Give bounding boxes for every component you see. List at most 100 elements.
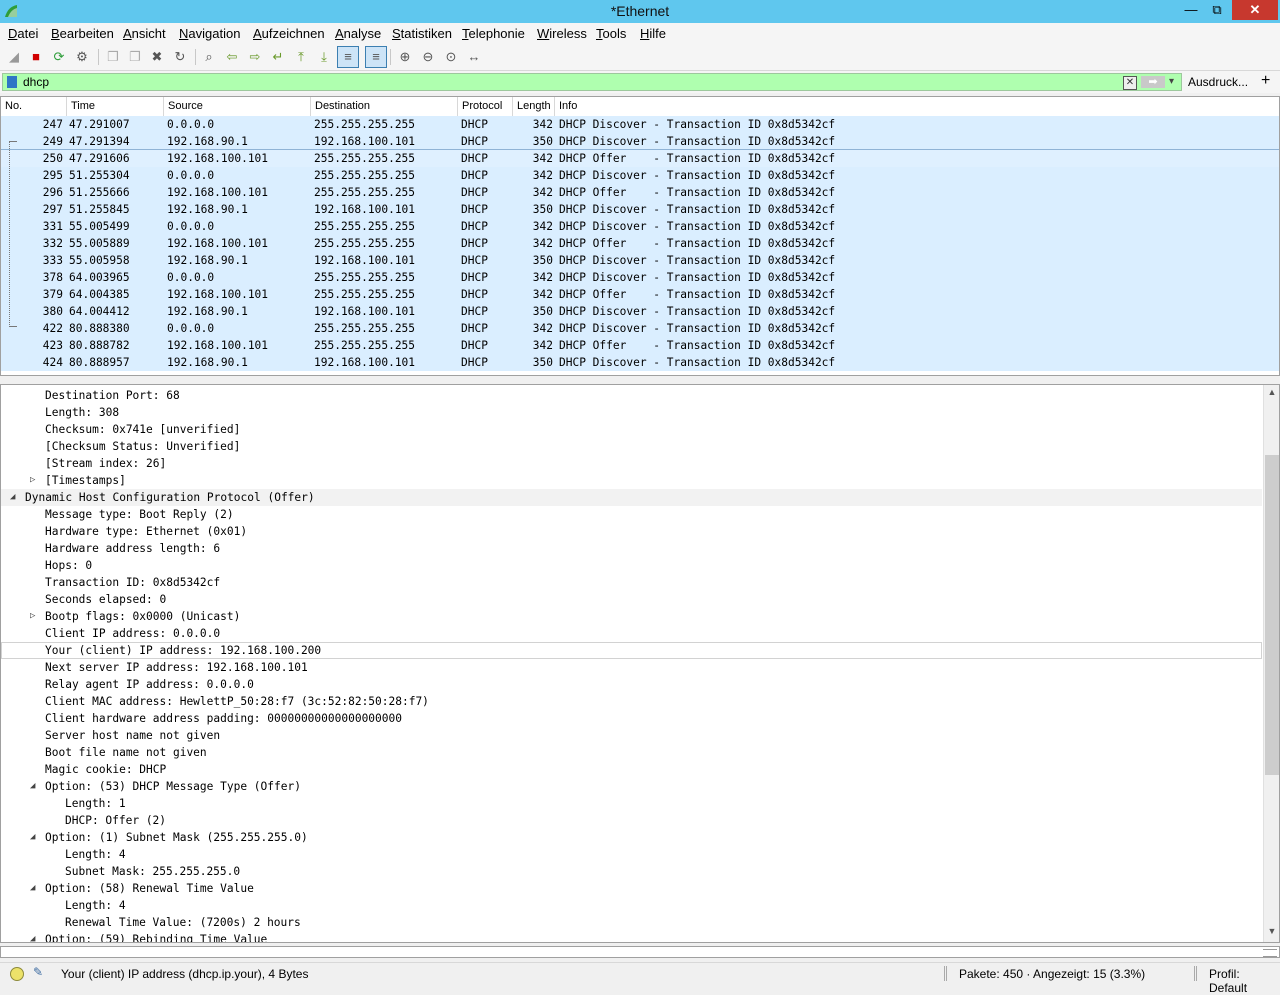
column-header-time[interactable]: Time xyxy=(67,97,164,116)
capture-comment-icon[interactable]: ✎ xyxy=(33,965,43,979)
detail-tree-item[interactable]: Your (client) IP address: 192.168.100.20… xyxy=(1,642,1262,659)
packet-row[interactable]: 424 80.888957 192.168.90.1 192.168.100.101 D… xyxy=(1,354,1279,371)
detail-tree-item[interactable]: ◢ Dynamic Host Configuration Protocol (Of… xyxy=(1,489,1262,506)
detail-tree-item[interactable]: ◢ Option: (1) Subnet Mask (255.255.255.0) xyxy=(1,829,1262,846)
packet-row[interactable]: 296 51.255666 192.168.100.101 255.255.255.2… xyxy=(1,184,1279,201)
packet-row[interactable]: 249 47.291394 192.168.90.1 192.168.100.101 D… xyxy=(1,133,1279,150)
packet-row[interactable]: 378 64.003965 0.0.0.0 255.255.255.255 DHCP 34… xyxy=(1,269,1279,286)
column-header-source[interactable]: Source xyxy=(164,97,311,116)
detail-tree-item[interactable]: Client hardware address padding: 0000000… xyxy=(1,710,1262,727)
colorize-icon[interactable]: ≡ xyxy=(365,46,387,68)
autoscroll-icon[interactable]: ≡ xyxy=(337,46,359,68)
menu-analyse[interactable]: Analyse xyxy=(335,26,381,41)
detail-tree-item[interactable]: Server host name not given xyxy=(1,727,1262,744)
bookmark-icon[interactable] xyxy=(7,76,17,88)
packet-row[interactable]: 333 55.005958 192.168.90.1 192.168.100.101 D… xyxy=(1,252,1279,269)
filter-history-dropdown-icon[interactable]: ▾ xyxy=(1169,76,1181,87)
close-button[interactable]: ✕ xyxy=(1232,0,1278,20)
zoom-in-icon[interactable]: ⊕ xyxy=(396,48,414,66)
apply-filter-icon[interactable]: ➡ xyxy=(1141,76,1165,88)
add-filter-button[interactable]: + xyxy=(1261,72,1270,90)
expanded-arrow-icon[interactable]: ◢ xyxy=(30,931,35,942)
packet-row[interactable]: 297 51.255845 192.168.90.1 192.168.100.101 D… xyxy=(1,201,1279,218)
detail-tree-item[interactable]: ◢ Option: (58) Renewal Time Value xyxy=(1,880,1262,897)
restart-capture-icon[interactable]: ⟳ xyxy=(50,48,68,66)
menu-datei[interactable]: Datei xyxy=(8,26,38,41)
detail-tree-item[interactable]: Client MAC address: HewlettP_50:28:f7 (3… xyxy=(1,693,1262,710)
expanded-arrow-icon[interactable]: ◢ xyxy=(10,489,15,506)
menu-telephonie[interactable]: Telephonie xyxy=(462,26,525,41)
pane-resize-handle[interactable] xyxy=(1263,949,1277,957)
capture-options-icon[interactable]: ⚙ xyxy=(73,48,91,66)
detail-tree-item[interactable]: Hardware type: Ethernet (0x01) xyxy=(1,523,1262,540)
scroll-up-icon[interactable]: ▲ xyxy=(1264,387,1279,397)
detail-tree-item[interactable]: Hops: 0 xyxy=(1,557,1262,574)
go-forward-icon[interactable]: ⇨ xyxy=(246,48,264,66)
packet-row[interactable]: 423 80.888782 192.168.100.101 255.255.255.2… xyxy=(1,337,1279,354)
filter-expression-button[interactable]: Ausdruck... xyxy=(1188,75,1248,89)
find-packet-icon[interactable]: ⌕ xyxy=(200,48,218,66)
clear-filter-icon[interactable]: ✕ xyxy=(1123,76,1137,90)
column-header-info[interactable]: Info xyxy=(555,97,1277,116)
packet-row[interactable]: 380 64.004412 192.168.90.1 192.168.100.101 D… xyxy=(1,303,1279,320)
restore-button[interactable]: ⧉ xyxy=(1204,0,1230,20)
save-file-icon[interactable]: ❐ xyxy=(126,48,144,66)
details-scrollbar[interactable]: ▲ ▼ xyxy=(1263,385,1279,942)
detail-tree-item[interactable]: Magic cookie: DHCP xyxy=(1,761,1262,778)
detail-tree-item[interactable]: Boot file name not given xyxy=(1,744,1262,761)
resize-columns-icon[interactable]: ↔ xyxy=(465,48,483,66)
collapsed-arrow-icon[interactable]: ▷ xyxy=(30,608,35,625)
reload-file-icon[interactable]: ↻ xyxy=(171,48,189,66)
packet-row[interactable]: 379 64.004385 192.168.100.101 255.255.255.2… xyxy=(1,286,1279,303)
detail-tree-item[interactable]: Length: 1 xyxy=(1,795,1262,812)
expanded-arrow-icon[interactable]: ◢ xyxy=(30,778,35,795)
collapsed-arrow-icon[interactable]: ▷ xyxy=(30,472,35,489)
stop-capture-icon[interactable]: ■ xyxy=(27,48,45,66)
detail-tree-item[interactable]: Length: 4 xyxy=(1,846,1262,863)
go-to-packet-icon[interactable]: ↵ xyxy=(269,48,287,66)
menu-ansicht[interactable]: Ansicht xyxy=(123,26,166,41)
column-header-destination[interactable]: Destination xyxy=(311,97,458,116)
detail-tree-item[interactable]: Length: 308 xyxy=(1,404,1262,421)
expanded-arrow-icon[interactable]: ◢ xyxy=(30,880,35,897)
detail-tree-item[interactable]: Relay agent IP address: 0.0.0.0 xyxy=(1,676,1262,693)
detail-tree-item[interactable]: ▷ [Timestamps] xyxy=(1,472,1262,489)
detail-tree-item[interactable]: Subnet Mask: 255.255.255.0 xyxy=(1,863,1262,880)
packet-list[interactable]: No. Time Source Destination Protocol Len… xyxy=(0,96,1280,376)
detail-tree-item[interactable]: [Checksum Status: Unverified] xyxy=(1,438,1262,455)
detail-tree-item[interactable]: Hardware address length: 6 xyxy=(1,540,1262,557)
column-header-protocol[interactable]: Protocol xyxy=(458,97,513,116)
detail-tree-item[interactable]: Length: 4 xyxy=(1,897,1262,914)
close-file-icon[interactable]: ✖ xyxy=(148,48,166,66)
expanded-arrow-icon[interactable]: ◢ xyxy=(30,829,35,846)
detail-tree-item[interactable]: Checksum: 0x741e [unverified] xyxy=(1,421,1262,438)
packet-row[interactable]: 250 47.291606 192.168.100.101 255.255.255.2… xyxy=(1,149,1279,168)
detail-tree-item[interactable]: ▷ Bootp flags: 0x0000 (Unicast) xyxy=(1,608,1262,625)
packet-bytes-pane[interactable] xyxy=(0,946,1280,958)
detail-tree-item[interactable]: Seconds elapsed: 0 xyxy=(1,591,1262,608)
packet-row[interactable]: 422 80.888380 0.0.0.0 255.255.255.255 DHCP 34… xyxy=(1,320,1279,337)
menu-navigation[interactable]: Navigation xyxy=(179,26,240,41)
detail-tree-item[interactable]: ◢ Option: (53) DHCP Message Type (Offer) xyxy=(1,778,1262,795)
detail-tree-item[interactable]: DHCP: Offer (2) xyxy=(1,812,1262,829)
detail-tree-item[interactable]: Destination Port: 68 xyxy=(1,387,1262,404)
detail-tree-item[interactable]: Renewal Time Value: (7200s) 2 hours xyxy=(1,914,1262,931)
menu-statistiken[interactable]: Statistiken xyxy=(392,26,452,41)
minimize-button[interactable]: — xyxy=(1178,0,1204,20)
menu-bearbeiten[interactable]: Bearbeiten xyxy=(51,26,114,41)
go-back-icon[interactable]: ⇦ xyxy=(223,48,241,66)
detail-tree-item[interactable]: [Stream index: 26] xyxy=(1,455,1262,472)
column-header-length[interactable]: Length xyxy=(513,97,555,116)
scrollbar-thumb[interactable] xyxy=(1265,455,1279,775)
packet-row[interactable]: 295 51.255304 0.0.0.0 255.255.255.255 DHCP 34… xyxy=(1,167,1279,184)
menu-hilfe[interactable]: Hilfe xyxy=(640,26,666,41)
first-packet-icon[interactable]: ⤒ xyxy=(292,48,310,66)
detail-tree-item[interactable]: Next server IP address: 192.168.100.101 xyxy=(1,659,1262,676)
detail-tree-item[interactable]: ◢ Option: (59) Rebinding Time Value xyxy=(1,931,1262,942)
expert-info-icon[interactable] xyxy=(10,967,24,981)
menu-wireless[interactable]: Wireless xyxy=(537,26,587,41)
scroll-down-icon[interactable]: ▼ xyxy=(1264,926,1279,936)
packet-row[interactable]: 247 47.291007 0.0.0.0 255.255.255.255 DHCP 34… xyxy=(1,116,1279,133)
menu-aufzeichnen[interactable]: Aufzeichnen xyxy=(253,26,325,41)
column-header-no[interactable]: No. xyxy=(1,97,67,116)
